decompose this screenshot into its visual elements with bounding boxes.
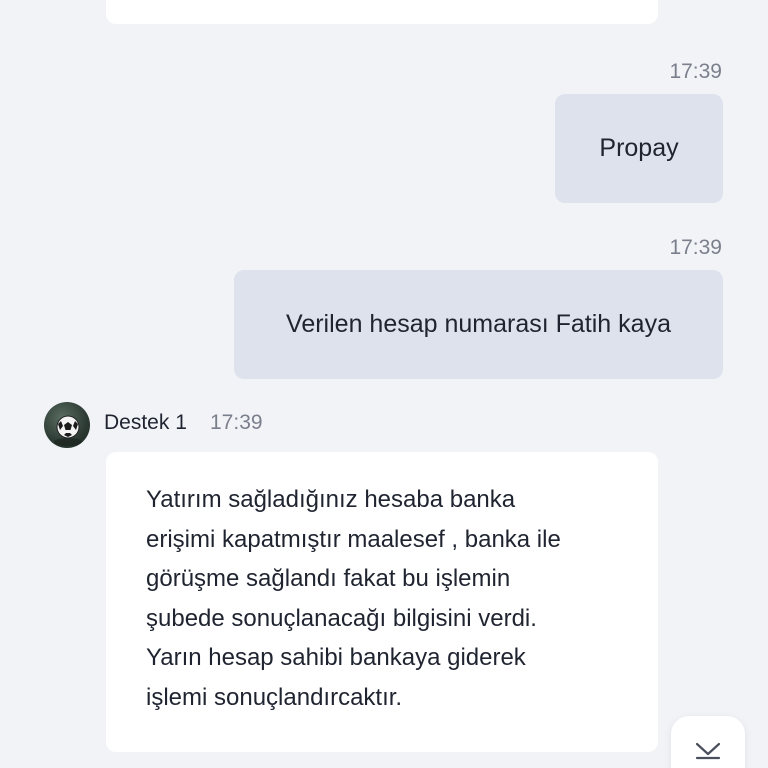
message-text: Verilen hesap numarası Fatih kaya: [286, 310, 671, 338]
chevron-down-icon: [695, 742, 721, 760]
sender-avatar[interactable]: [44, 402, 90, 448]
message-text: Propay: [599, 134, 679, 162]
message-timestamp: 17:39: [210, 411, 263, 434]
outgoing-message-bubble[interactable]: Verilen hesap numarası Fatih kaya: [234, 270, 723, 379]
soccer-ball-icon: [54, 415, 82, 446]
message-text: Yatırım sağladığınız hesaba banka erişim…: [146, 486, 561, 711]
outgoing-message-bubble[interactable]: Propay: [555, 94, 723, 203]
sender-name: Destek 1: [104, 411, 187, 434]
previous-message-bubble: [106, 0, 658, 24]
chat-screen: 17:39 Propay 17:39 Verilen hesap numaras…: [0, 0, 768, 768]
incoming-message-bubble[interactable]: Yatırım sağladığınız hesaba banka erişim…: [106, 452, 658, 752]
message-timestamp: 17:39: [669, 236, 722, 259]
message-timestamp: 17:39: [669, 60, 722, 83]
scroll-to-bottom-button[interactable]: [671, 716, 745, 768]
